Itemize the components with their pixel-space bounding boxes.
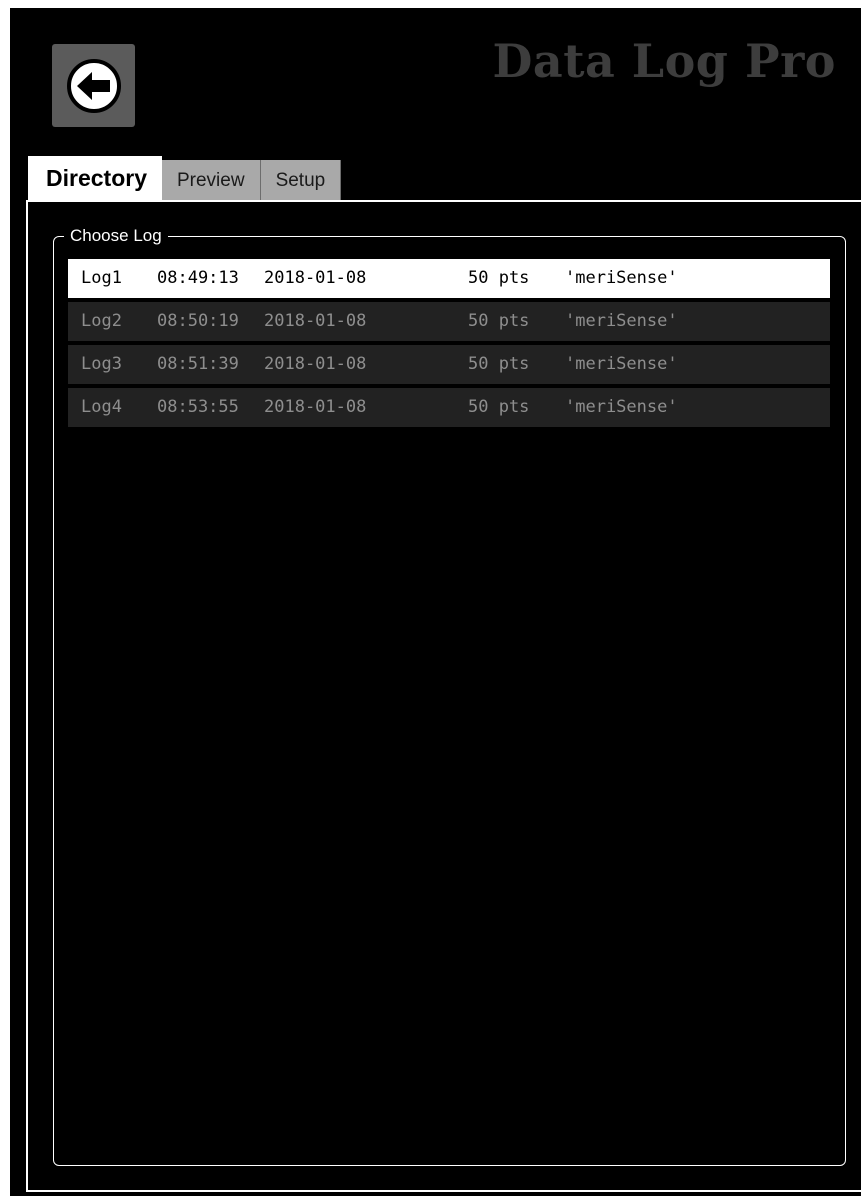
tab-bar: Directory Preview Setup xyxy=(28,156,342,200)
log-time: 08:51:39 xyxy=(157,354,239,374)
back-button[interactable] xyxy=(52,44,135,127)
tab-setup[interactable]: Setup xyxy=(260,160,342,200)
log-points: 50 pts xyxy=(468,397,530,417)
log-label: 'meriSense' xyxy=(565,311,678,331)
log-name: Log1 xyxy=(81,268,122,288)
choose-log-group: Choose Log Log1 08:49:13 2018-01-08 50 p… xyxy=(53,225,846,1166)
log-label: 'meriSense' xyxy=(565,354,678,374)
log-label: 'meriSense' xyxy=(565,268,678,288)
log-time: 08:49:13 xyxy=(157,268,239,288)
log-time: 08:53:55 xyxy=(157,397,239,417)
app-title: Data Log Pro xyxy=(492,34,836,88)
log-list[interactable]: Log1 08:49:13 2018-01-08 50 pts 'meriSen… xyxy=(68,259,830,431)
log-label: 'meriSense' xyxy=(565,397,678,417)
log-date: 2018-01-08 xyxy=(264,311,367,331)
choose-log-legend: Choose Log xyxy=(64,225,168,247)
log-date: 2018-01-08 xyxy=(264,397,367,417)
log-row-4[interactable]: Log4 08:53:55 2018-01-08 50 pts 'meriSen… xyxy=(68,388,830,427)
directory-panel: Choose Log Log1 08:49:13 2018-01-08 50 p… xyxy=(26,200,861,1192)
app-window: Data Log Pro Directory Preview Setup Cho… xyxy=(10,8,861,1196)
tab-directory[interactable]: Directory xyxy=(28,156,162,200)
arrow-left-circle-icon xyxy=(66,58,121,113)
log-row-3[interactable]: Log3 08:51:39 2018-01-08 50 pts 'meriSen… xyxy=(68,345,830,384)
log-date: 2018-01-08 xyxy=(264,268,367,288)
tab-preview[interactable]: Preview xyxy=(161,160,261,200)
log-points: 50 pts xyxy=(468,311,530,331)
log-row-2[interactable]: Log2 08:50:19 2018-01-08 50 pts 'meriSen… xyxy=(68,302,830,341)
log-name: Log4 xyxy=(81,397,122,417)
log-time: 08:50:19 xyxy=(157,311,239,331)
log-points: 50 pts xyxy=(468,268,530,288)
log-name: Log2 xyxy=(81,311,122,331)
log-name: Log3 xyxy=(81,354,122,374)
log-points: 50 pts xyxy=(468,354,530,374)
log-date: 2018-01-08 xyxy=(264,354,367,374)
log-row-1[interactable]: Log1 08:49:13 2018-01-08 50 pts 'meriSen… xyxy=(68,259,830,298)
